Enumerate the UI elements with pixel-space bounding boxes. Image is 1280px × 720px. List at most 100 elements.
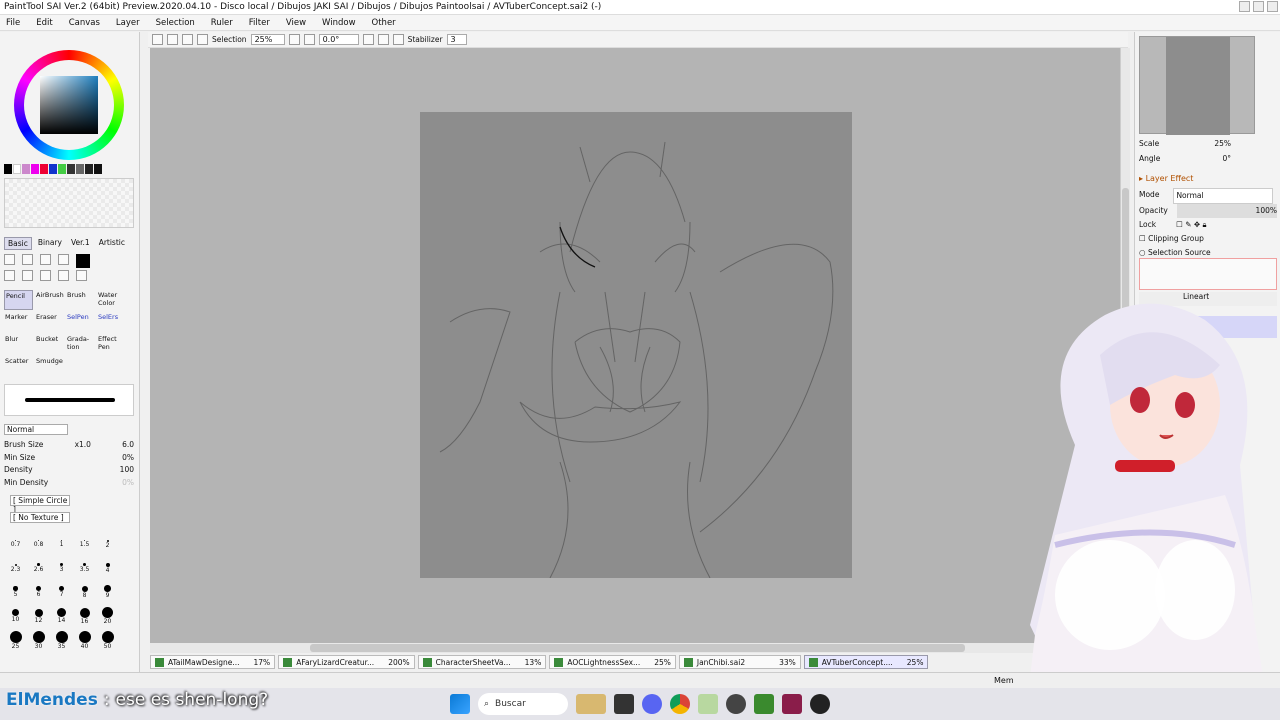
brush-size-preset[interactable]: 14: [50, 604, 73, 628]
tool-marker[interactable]: Marker: [4, 312, 33, 332]
menu-view[interactable]: View: [286, 18, 306, 28]
menu-ruler[interactable]: Ruler: [211, 18, 233, 28]
maximize-button[interactable]: [1253, 1, 1264, 12]
density-value[interactable]: 100: [120, 464, 134, 477]
tab-doc-4[interactable]: AOCLightnessSex... 25%: [549, 655, 676, 669]
obs-icon[interactable]: [810, 694, 830, 714]
brush-size-preset[interactable]: 30: [27, 628, 50, 652]
hand-icon[interactable]: [58, 270, 69, 281]
windows-start-icon[interactable]: [450, 694, 470, 714]
brush-size-preset[interactable]: 2.6: [27, 556, 50, 580]
brush-size-preset[interactable]: 2.3: [4, 556, 27, 580]
horizontal-scroll-thumb[interactable]: [310, 644, 965, 652]
zoom-icon[interactable]: [22, 270, 33, 281]
text-icon[interactable]: [58, 254, 69, 265]
canvas-area[interactable]: [150, 48, 1120, 643]
color-square[interactable]: [40, 76, 98, 134]
brush-size-preset[interactable]: 0.7: [4, 532, 27, 556]
scale-value[interactable]: 25%: [1214, 136, 1231, 151]
paint-tool-sai-icon[interactable]: [698, 694, 718, 714]
tab-artistic[interactable]: Artistic: [96, 237, 128, 250]
min-density-value[interactable]: 0%: [122, 477, 134, 490]
chrome-icon[interactable]: [670, 694, 690, 714]
brush-size-preset[interactable]: 7: [50, 580, 73, 604]
selection-source-checkbox[interactable]: ○: [1139, 248, 1148, 257]
minecraft-icon[interactable]: [754, 694, 774, 714]
magic-wand-icon[interactable]: [22, 254, 33, 265]
brush-size-preset[interactable]: 35: [50, 628, 73, 652]
color-palette[interactable]: [4, 164, 134, 174]
brush-size-preset[interactable]: 2: [96, 532, 119, 556]
horizontal-scrollbar[interactable]: [150, 643, 1120, 653]
deselect-icon[interactable]: [182, 34, 193, 45]
brush-size-preset[interactable]: 12: [27, 604, 50, 628]
rotation-field[interactable]: 0.0°: [318, 34, 359, 45]
menu-filter[interactable]: Filter: [249, 18, 270, 28]
tool-brush[interactable]: Brush: [66, 290, 95, 310]
menu-edit[interactable]: Edit: [36, 18, 52, 28]
app-icon[interactable]: [782, 694, 802, 714]
brush-size-preset[interactable]: 20: [96, 604, 119, 628]
brush-size-preset[interactable]: 8: [73, 580, 96, 604]
tool-blur[interactable]: Blur: [4, 334, 33, 354]
rotate-icon[interactable]: [40, 270, 51, 281]
brush-size-preset[interactable]: 9: [96, 580, 119, 604]
artboard[interactable]: [420, 112, 852, 578]
brush-size-preset[interactable]: 4: [96, 556, 119, 580]
menu-other[interactable]: Other: [372, 18, 396, 28]
tool-watercolor[interactable]: Water Color: [97, 290, 126, 310]
selection-label[interactable]: Selection: [212, 35, 247, 44]
zoom-in-button[interactable]: [303, 34, 315, 45]
dropper-icon[interactable]: [40, 254, 51, 265]
redo-icon[interactable]: [167, 34, 178, 45]
widget-icon[interactable]: [576, 694, 606, 714]
brush-size-value[interactable]: 6.0: [122, 439, 134, 452]
primary-color-swatch[interactable]: [76, 254, 90, 268]
tool-selers[interactable]: SelErs: [97, 312, 126, 332]
brush-size-preset[interactable]: 1.5: [73, 532, 96, 556]
tab-doc-5[interactable]: JanChibi.sai2 33%: [678, 655, 801, 669]
brush-size-preset[interactable]: 6: [27, 580, 50, 604]
opacity-value[interactable]: 100%: [1177, 204, 1277, 218]
menu-canvas[interactable]: Canvas: [69, 18, 100, 28]
lasso-icon[interactable]: [4, 254, 15, 265]
brush-size-preset[interactable]: 3: [50, 556, 73, 580]
tab-ver1[interactable]: Ver.1: [68, 237, 93, 250]
brush-size-preset[interactable]: 1: [50, 532, 73, 556]
tab-doc-1[interactable]: ATailMawDesigne... 17%: [150, 655, 276, 669]
tool-gradation[interactable]: Grada-tion: [66, 334, 95, 354]
menu-file[interactable]: File: [6, 18, 20, 28]
swatch-area[interactable]: [4, 178, 134, 228]
clipping-checkbox[interactable]: ☐: [1139, 234, 1148, 243]
brush-size-preset[interactable]: 5: [4, 580, 27, 604]
color-wheel[interactable]: [14, 50, 124, 160]
brush-size-preset[interactable]: 10: [4, 604, 27, 628]
zoom-field[interactable]: 25%: [250, 34, 285, 45]
mode-select[interactable]: Normal: [1173, 188, 1274, 204]
rotate-left-button[interactable]: [362, 34, 374, 45]
xbox-icon[interactable]: [726, 694, 746, 714]
menu-layer[interactable]: Layer: [116, 18, 140, 28]
select-all-icon[interactable]: [197, 34, 208, 45]
min-size-value[interactable]: 0%: [122, 452, 134, 465]
tab-basic[interactable]: Basic: [4, 237, 32, 250]
move-icon[interactable]: [4, 270, 15, 281]
tool-effect-pen[interactable]: Effect Pen: [97, 334, 126, 354]
tool-eraser[interactable]: Eraser: [35, 312, 64, 332]
angle-value[interactable]: 0°: [1222, 151, 1231, 166]
tab-doc-6[interactable]: AVTuberConcept.... 25%: [803, 655, 929, 669]
brush-size-preset[interactable]: 3.5: [73, 556, 96, 580]
layer-effect-header[interactable]: ▸ Layer Effect: [1139, 174, 1193, 183]
minimize-button[interactable]: [1239, 1, 1250, 12]
tool-selpen[interactable]: SelPen: [66, 312, 95, 332]
tab-binary[interactable]: Binary: [35, 237, 65, 250]
tool-pencil[interactable]: Pencil: [4, 290, 33, 310]
brush-size-mult[interactable]: x1.0: [75, 439, 91, 452]
blend-mode-select[interactable]: Normal: [4, 424, 68, 435]
menu-selection[interactable]: Selection: [156, 18, 195, 28]
tab-doc-2[interactable]: AFaryLizardCreatur... 200%: [278, 655, 415, 669]
tool-airbrush[interactable]: AirBrush: [35, 290, 64, 310]
tool-bucket[interactable]: Bucket: [35, 334, 64, 354]
tool-scatter[interactable]: Scatter: [4, 356, 33, 376]
stabilizer-field[interactable]: 3: [446, 34, 467, 45]
